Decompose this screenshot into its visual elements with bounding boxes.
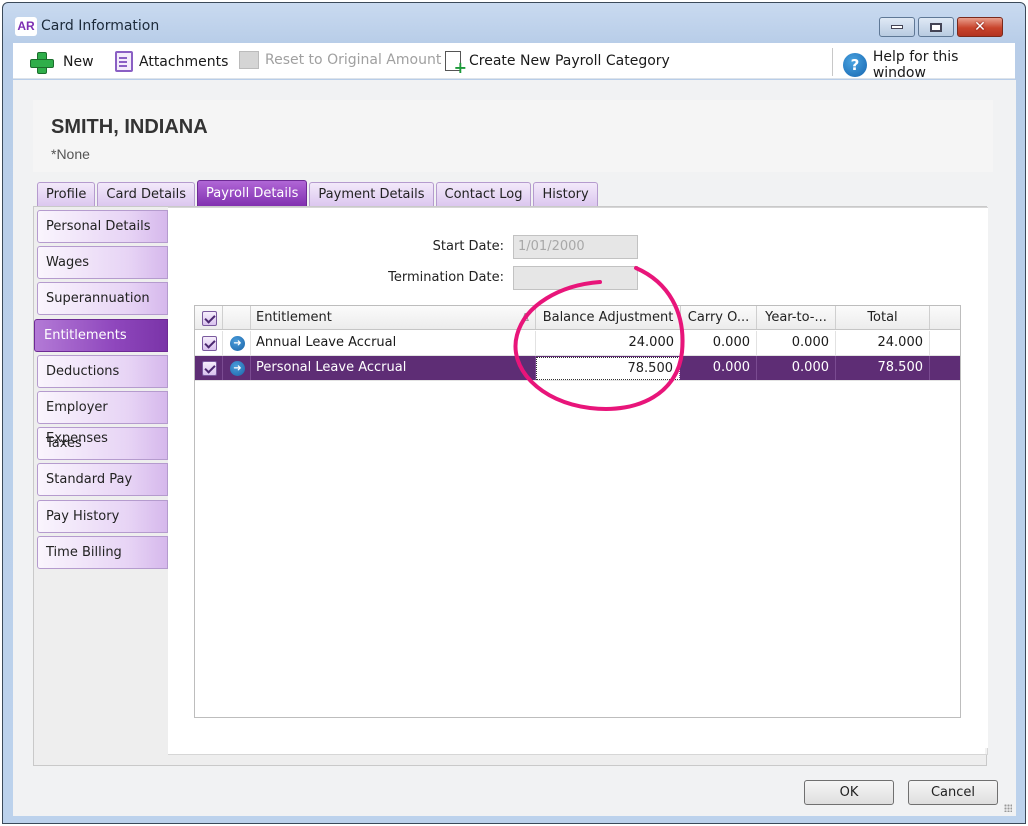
app-badge-text: AR [17,19,35,33]
reset-icon [239,51,259,69]
sidenav-deductions[interactable]: Deductions [37,354,168,388]
sidenav-entitlements[interactable]: Entitlements [34,318,168,352]
entitlement-header-label: Entitlement [256,310,332,325]
year-to-date-cell: 0.000 [757,356,836,380]
minimize-button[interactable] [879,17,915,37]
balance-adjustment-input[interactable]: 78.500 [536,357,680,380]
tab-profile[interactable]: Profile [37,182,96,206]
toolbar: New Attachments Reset to Original Amount… [13,43,1015,81]
help-icon: ? [843,53,867,77]
select-all-checkbox[interactable] [202,311,217,326]
entitlements-content: Start Date: 1/01/2000 Termination Date: … [168,207,988,755]
ok-button[interactable]: OK [804,780,894,805]
start-date-label: Start Date: [432,239,504,254]
sidenav-time-billing[interactable]: Time Billing [37,535,168,569]
attachments-button[interactable]: Attachments [115,51,228,72]
entitlements-grid: Entitlement Δ Balance Adjustment Carry O… [194,305,961,718]
window-controls: ✕ [879,17,1003,37]
new-button[interactable]: New [29,51,94,74]
header-year-to-date[interactable]: Year-to-... [757,306,836,329]
sidenav-employer-expenses[interactable]: Employer Expenses [37,390,168,446]
tab-contact-log[interactable]: Contact Log [435,182,532,206]
close-button[interactable]: ✕ [957,17,1003,37]
arrow-right-icon[interactable]: ➜ [230,336,245,351]
minimize-icon [891,25,903,29]
header-entitlement[interactable]: Entitlement Δ [251,306,536,329]
table-row[interactable]: ➜ Annual Leave Accrual 24.000 0.000 0.00… [195,331,960,356]
attachments-label: Attachments [139,53,229,70]
plus-icon [29,51,54,74]
total-cell: 78.500 [836,356,930,380]
termination-date-label: Termination Date: [388,270,504,285]
window-title: Card Information [41,18,160,34]
app-logo-icon: AR [15,17,37,36]
resize-grip[interactable] [1004,804,1012,812]
card-subtitle: *None [51,146,90,162]
row-checkbox-cell[interactable] [195,356,223,380]
tab-payroll-details[interactable]: Payroll Details [197,180,308,206]
row-checkbox-cell[interactable] [195,331,223,355]
tab-card-details[interactable]: Card Details [97,182,196,206]
sort-ascending-icon: Δ [521,311,529,324]
entitlement-name: Personal Leave Accrual [251,356,536,380]
reset-to-original-amount-button[interactable]: Reset to Original Amount [239,51,441,69]
help-label: Help for this window [872,49,959,81]
card-header: SMITH, INDIANA *None [33,100,993,172]
toolbar-separator [832,48,833,76]
table-row[interactable]: ➜ Personal Leave Accrual 78.500 0.000 0.… [195,356,960,381]
sidenav-standard-pay[interactable]: Standard Pay [37,463,168,497]
cancel-button[interactable]: Cancel [908,780,998,805]
row-drilldown-cell[interactable]: ➜ [223,356,251,380]
tab-payment-details[interactable]: Payment Details [309,182,434,206]
tab-bar: Profile Card Details Payroll Details Pay… [37,180,598,206]
new-label: New [63,54,94,70]
card-information-window: AR Card Information ✕ New Attachments Re… [2,2,1026,824]
row-drilldown-cell[interactable]: ➜ [223,331,251,355]
header-carry-over[interactable]: Carry O... [681,306,757,329]
total-cell: 24.000 [836,331,930,355]
tab-history[interactable]: History [533,182,598,206]
sidenav-wages[interactable]: Wages [37,246,168,280]
header-total[interactable]: Total [836,306,930,329]
maximize-icon [930,22,942,32]
maximize-button[interactable] [918,17,954,37]
header-balance-adjustment[interactable]: Balance Adjustment [536,306,681,329]
sidenav-personal-details[interactable]: Personal Details [37,210,168,243]
carry-over-cell: 0.000 [681,331,757,355]
new-category-icon [445,51,467,77]
title-bar[interactable]: AR Card Information ✕ [3,3,1025,43]
create-new-payroll-category-button[interactable]: Create New Payroll Category [445,51,670,77]
year-to-date-cell: 0.000 [757,331,836,355]
entitlement-name: Annual Leave Accrual [251,331,536,355]
arrow-right-icon[interactable]: ➜ [230,361,245,376]
card-name: SMITH, INDIANA [51,116,208,138]
payroll-details-panel: Personal Details Wages Superannuation En… [33,206,988,766]
termination-date-field[interactable] [513,266,638,290]
balance-adjustment-cell[interactable]: 24.000 [536,331,681,355]
row-checkbox[interactable] [202,361,217,376]
reset-label: Reset to Original Amount [265,52,442,68]
attachments-icon [115,51,133,72]
client-area: SMITH, INDIANA *None Profile Card Detail… [13,80,1016,816]
header-filler [930,306,960,329]
header-icon-column [223,306,251,329]
help-button[interactable]: ? Help for this window [843,49,1015,81]
sidenav-superannuation[interactable]: Superannuation [37,282,168,316]
header-select-all[interactable] [195,306,223,329]
payroll-side-nav: Personal Details Wages Superannuation En… [34,210,168,572]
close-icon: ✕ [974,19,986,35]
row-checkbox[interactable] [202,336,217,351]
start-date-field[interactable]: 1/01/2000 [513,235,638,259]
create-category-label: Create New Payroll Category [469,53,670,69]
grid-header: Entitlement Δ Balance Adjustment Carry O… [195,306,960,330]
entitlements-form: Start Date: 1/01/2000 Termination Date: … [168,208,988,748]
sidenav-pay-history[interactable]: Pay History [37,499,168,533]
carry-over-cell: 0.000 [681,356,757,380]
